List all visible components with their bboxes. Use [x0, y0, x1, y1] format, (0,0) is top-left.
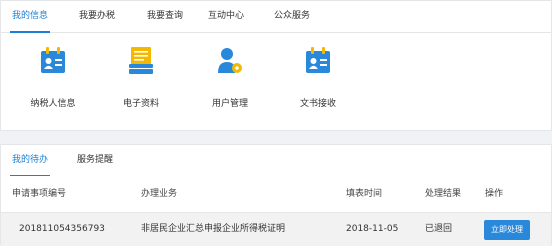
todo-panel: 我的待办 服务提醒 申请事项编号 办理业务 填表时间 处理结果 操作 20181…	[0, 144, 552, 246]
tab-public-service[interactable]: 公众服务	[274, 1, 310, 32]
process-now-button[interactable]: 立即处理	[484, 220, 530, 240]
user-settings-icon	[218, 48, 242, 73]
tab-query[interactable]: 我要查询	[147, 1, 183, 32]
top-tab-bar: 我的信息 我要办税 我要查询 互动中心 公众服务	[1, 1, 551, 33]
column-header-date: 填表时间	[346, 189, 383, 199]
cell-id: 201811054356793	[19, 224, 105, 234]
tab-service-reminder[interactable]: 服务提醒	[77, 145, 113, 176]
cell-date: 2018-11-05	[346, 224, 399, 234]
my-info-panel: 我的信息 我要办税 我要查询 互动中心 公众服务 纳税人信息 电子资料 用户管理…	[0, 0, 552, 131]
tab-my-info[interactable]: 我的信息	[9, 1, 51, 33]
id-card-icon	[306, 47, 330, 73]
table-header: 申请事项编号 办理业务 填表时间 处理结果 操作	[1, 176, 551, 213]
cell-result: 已退回	[425, 224, 453, 234]
cell-business: 非居民企业汇总申报企业所得税证明	[141, 224, 286, 234]
sub-tab-bar: 我的待办 服务提醒	[1, 145, 551, 177]
tab-tax-handling[interactable]: 我要办税	[79, 1, 115, 32]
shortcut-e-documents[interactable]: 电子资料	[96, 47, 186, 111]
column-header-action: 操作	[485, 189, 504, 199]
column-header-business: 办理业务	[141, 189, 178, 199]
shortcut-document-receipt[interactable]: 文书接收	[273, 47, 363, 111]
tab-my-todo[interactable]: 我的待办	[9, 145, 51, 177]
column-header-id: 申请事项编号	[12, 189, 67, 199]
table-row: 201811054356793 非居民企业汇总申报企业所得税证明 2018-11…	[1, 213, 551, 246]
shortcut-taxpayer-info[interactable]: 纳税人信息	[8, 47, 98, 111]
id-card-icon	[41, 47, 65, 73]
tab-interaction-center[interactable]: 互动中心	[208, 1, 244, 32]
shortcut-label: 纳税人信息	[30, 99, 76, 109]
shortcut-label: 用户管理	[211, 99, 248, 109]
shortcut-label: 电子资料	[122, 99, 159, 109]
shortcut-user-management[interactable]: 用户管理	[185, 47, 275, 111]
document-stack-icon	[129, 47, 153, 74]
shortcut-label: 文书接收	[299, 99, 336, 109]
column-header-result: 处理结果	[425, 189, 462, 199]
